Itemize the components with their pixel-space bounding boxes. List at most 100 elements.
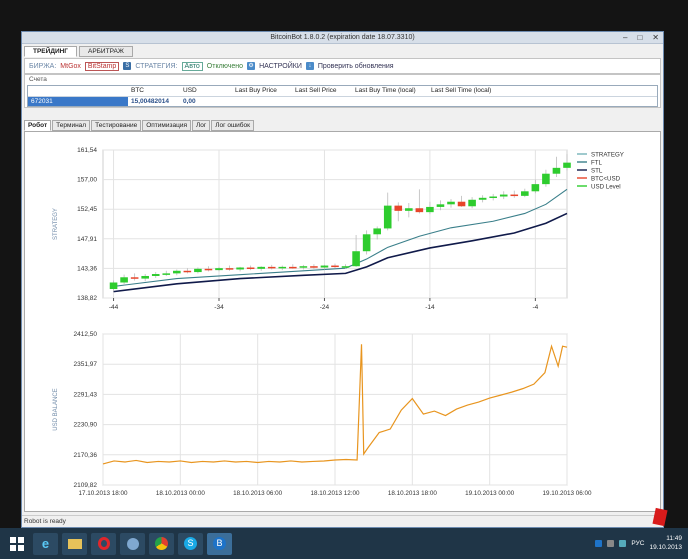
system-tray: РУС 11:49 19.10.2013 bbox=[595, 534, 682, 552]
candle-body bbox=[447, 201, 455, 205]
close-button[interactable]: ✕ bbox=[652, 33, 659, 42]
legend-label: STL bbox=[591, 167, 603, 174]
usd-balance-chart[interactable]: 2412,50 2351,97 2291,43 2230,90 2170,36 2109,… bbox=[25, 322, 662, 512]
candle-body bbox=[468, 199, 476, 207]
language-indicator[interactable]: РУС bbox=[631, 540, 644, 547]
candle-body bbox=[267, 266, 276, 269]
btc-value: 15,00482014 bbox=[131, 98, 169, 105]
bitcoinbot-icon[interactable]: B bbox=[207, 532, 232, 555]
y-tick-label: 2291,43 bbox=[74, 391, 98, 398]
y-tick-label: 2230,90 bbox=[74, 422, 98, 429]
col-btc[interactable]: BTC bbox=[128, 86, 180, 96]
x-tick-label: 18.10.2013 18:00 bbox=[388, 490, 438, 497]
y-tick-label: 143,36 bbox=[77, 265, 97, 272]
candle-body bbox=[405, 208, 413, 211]
folder-icon[interactable] bbox=[62, 532, 87, 555]
tab-terminal[interactable]: Терминал bbox=[52, 120, 91, 131]
candle-body bbox=[225, 268, 234, 270]
candle-body bbox=[331, 265, 339, 268]
col-last-sell-price[interactable]: Last Sell Price bbox=[292, 86, 352, 96]
candle-body bbox=[246, 267, 255, 270]
tab-log[interactable]: Лог bbox=[192, 120, 211, 131]
account-id[interactable]: 672031 bbox=[28, 97, 128, 106]
col-last-buy-price[interactable]: Last Buy Price bbox=[232, 86, 292, 96]
candle-body bbox=[499, 194, 508, 197]
y-tick-label: 2109,82 bbox=[74, 482, 98, 489]
settings-button[interactable]: НАСТРОЙКИ bbox=[259, 63, 302, 70]
status-bar: Robot is ready bbox=[22, 515, 663, 527]
candle-body bbox=[173, 270, 181, 274]
lock-icon[interactable] bbox=[120, 532, 145, 555]
usd-value: 0,00 bbox=[183, 98, 196, 105]
candle-body bbox=[183, 270, 192, 273]
chart-panel: 161,54 157,00 152,45 147,91 143,36 138,82 -44 -… bbox=[24, 131, 661, 512]
x-tick-label: 18.10.2013 06:00 bbox=[233, 490, 283, 497]
toolbar: БИРЖА: MtGox BitStamp S СТРАТЕГИЯ: Авто … bbox=[24, 58, 661, 74]
opera-icon[interactable] bbox=[91, 532, 116, 555]
screen: BitcoinBot 1.8.0.2 (expiration date 18.0… bbox=[0, 0, 688, 559]
x-tick-label: -4 bbox=[532, 304, 538, 311]
tray-volume-icon[interactable] bbox=[607, 539, 615, 547]
candle-body bbox=[383, 205, 392, 229]
start-button[interactable] bbox=[4, 533, 29, 555]
candle-body bbox=[426, 206, 434, 213]
col-last-buy-time[interactable]: Last Buy Time (local) bbox=[352, 86, 428, 96]
tray-app-icon[interactable] bbox=[595, 539, 603, 547]
accounts-caption: Счета bbox=[29, 76, 47, 83]
candle-body bbox=[415, 208, 424, 213]
legend-label: BTC<USD bbox=[591, 175, 621, 182]
tab-testing[interactable]: Тестирование bbox=[91, 120, 142, 131]
ie-icon[interactable]: e bbox=[33, 532, 58, 555]
maximize-button[interactable]: □ bbox=[637, 33, 642, 42]
candle-body bbox=[310, 266, 318, 268]
tab-robot[interactable]: Робот bbox=[24, 120, 52, 131]
candle-body bbox=[373, 228, 381, 235]
table-row[interactable]: 672031 15,00482014 0,00 bbox=[28, 96, 657, 106]
clock-time: 11:49 bbox=[666, 535, 682, 542]
candle-body bbox=[141, 275, 149, 279]
candle-body bbox=[563, 162, 571, 168]
col-usd[interactable]: USD bbox=[180, 86, 232, 96]
exchange-mtgox[interactable]: MtGox bbox=[60, 63, 81, 70]
taskbar: e S B РУС 11:49 19.10.2013 bbox=[0, 528, 688, 559]
candle-body bbox=[289, 266, 297, 269]
x-tick-label: 18.10.2013 12:00 bbox=[310, 490, 360, 497]
accounts-table: BTC USD Last Buy Price Last Sell Price L… bbox=[27, 85, 658, 107]
strategy-chart[interactable]: 161,54 157,00 152,45 147,91 143,36 138,82 -44 -… bbox=[25, 132, 662, 322]
update-icon: ↓ bbox=[305, 62, 314, 70]
candle-body bbox=[521, 191, 529, 196]
candle-body bbox=[478, 197, 487, 200]
x-tick-label: 19.10.2013 00:00 bbox=[465, 490, 515, 497]
candle-body bbox=[531, 184, 540, 192]
candle-body bbox=[278, 266, 287, 269]
legend-label: STRATEGY bbox=[591, 151, 624, 158]
exchange-bitstamp[interactable]: BitStamp bbox=[84, 61, 120, 71]
window-title: BitcoinBot 1.8.0.2 (expiration date 18.0… bbox=[270, 34, 415, 41]
tab-error-log[interactable]: Лог ошибок bbox=[211, 120, 254, 131]
strategy-auto-button[interactable]: Авто bbox=[181, 61, 203, 71]
title-bar[interactable]: BitcoinBot 1.8.0.2 (expiration date 18.0… bbox=[22, 32, 663, 44]
tab-optimization[interactable]: Оптимизация bbox=[142, 120, 191, 131]
y-tick-label: 2351,97 bbox=[74, 361, 98, 368]
clock[interactable]: 11:49 19.10.2013 bbox=[649, 534, 682, 552]
tab-trading[interactable]: ТРЕЙДИНГ bbox=[24, 46, 77, 57]
chrome-icon[interactable] bbox=[149, 532, 174, 555]
main-tabs: ТРЕЙДИНГ АРБИТРАЖ bbox=[24, 46, 133, 57]
candle-body bbox=[542, 173, 550, 185]
disabled-status[interactable]: Отключено bbox=[207, 63, 243, 70]
x-tick-label: -44 bbox=[109, 304, 119, 311]
col-last-sell-time[interactable]: Last Sell Time (local) bbox=[428, 86, 518, 96]
candle-body bbox=[394, 205, 403, 211]
x-tick-label: -34 bbox=[214, 304, 224, 311]
candle-body bbox=[109, 282, 118, 290]
check-updates-button[interactable]: Проверить обновления bbox=[318, 63, 394, 70]
minimize-button[interactable]: – bbox=[623, 33, 627, 42]
skype-icon[interactable]: S bbox=[178, 532, 203, 555]
candle-body bbox=[436, 204, 445, 207]
tray-network-icon[interactable] bbox=[619, 539, 627, 547]
app-window: BitcoinBot 1.8.0.2 (expiration date 18.0… bbox=[21, 31, 664, 528]
legend-label: USD Level bbox=[591, 183, 621, 190]
plot-area bbox=[102, 149, 568, 299]
tab-arbitrage[interactable]: АРБИТРАЖ bbox=[79, 46, 133, 57]
candle-body bbox=[341, 266, 350, 268]
